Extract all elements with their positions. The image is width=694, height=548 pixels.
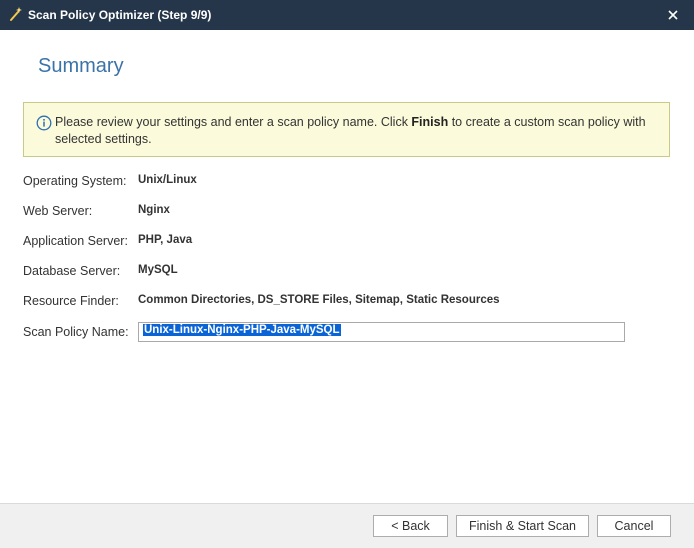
resource-finder-label: Resource Finder: (23, 294, 119, 308)
finish-start-scan-button[interactable]: Finish & Start Scan (456, 515, 589, 537)
back-button[interactable]: < Back (373, 515, 448, 537)
info-text-before: Please review your settings and enter a … (55, 115, 412, 129)
scan-policy-name-input[interactable]: Unix-Linux-Nginx-PHP-Java-MySQL (138, 322, 625, 342)
info-box: Please review your settings and enter a … (23, 102, 670, 157)
operating-system-value: Unix/Linux (138, 174, 197, 186)
resource-finder-value: Common Directories, DS_STORE Files, Site… (138, 294, 500, 306)
info-icon (36, 115, 52, 131)
web-server-value: Nginx (138, 204, 170, 216)
info-message: Please review your settings and enter a … (55, 114, 660, 148)
close-icon (668, 10, 678, 20)
operating-system-label: Operating System: (23, 174, 127, 188)
database-server-label: Database Server: (23, 264, 121, 278)
database-server-value: MySQL (138, 264, 178, 276)
scan-policy-name-selected-text[interactable]: Unix-Linux-Nginx-PHP-Java-MySQL (143, 324, 341, 336)
footer-bar: < Back Finish & Start Scan Cancel (0, 503, 694, 548)
application-server-label: Application Server: (23, 234, 128, 248)
close-button[interactable] (662, 4, 684, 26)
cancel-button[interactable]: Cancel (597, 515, 671, 537)
application-server-value: PHP, Java (138, 234, 193, 246)
info-text-finish: Finish (411, 115, 449, 129)
magic-wand-icon (8, 6, 24, 22)
window-title: Scan Policy Optimizer (Step 9/9) (28, 8, 212, 22)
scan-policy-name-label: Scan Policy Name: (23, 325, 129, 339)
web-server-label: Web Server: (23, 204, 93, 218)
page-title: Summary (38, 55, 124, 77)
title-bar: Scan Policy Optimizer (Step 9/9) (0, 0, 694, 30)
